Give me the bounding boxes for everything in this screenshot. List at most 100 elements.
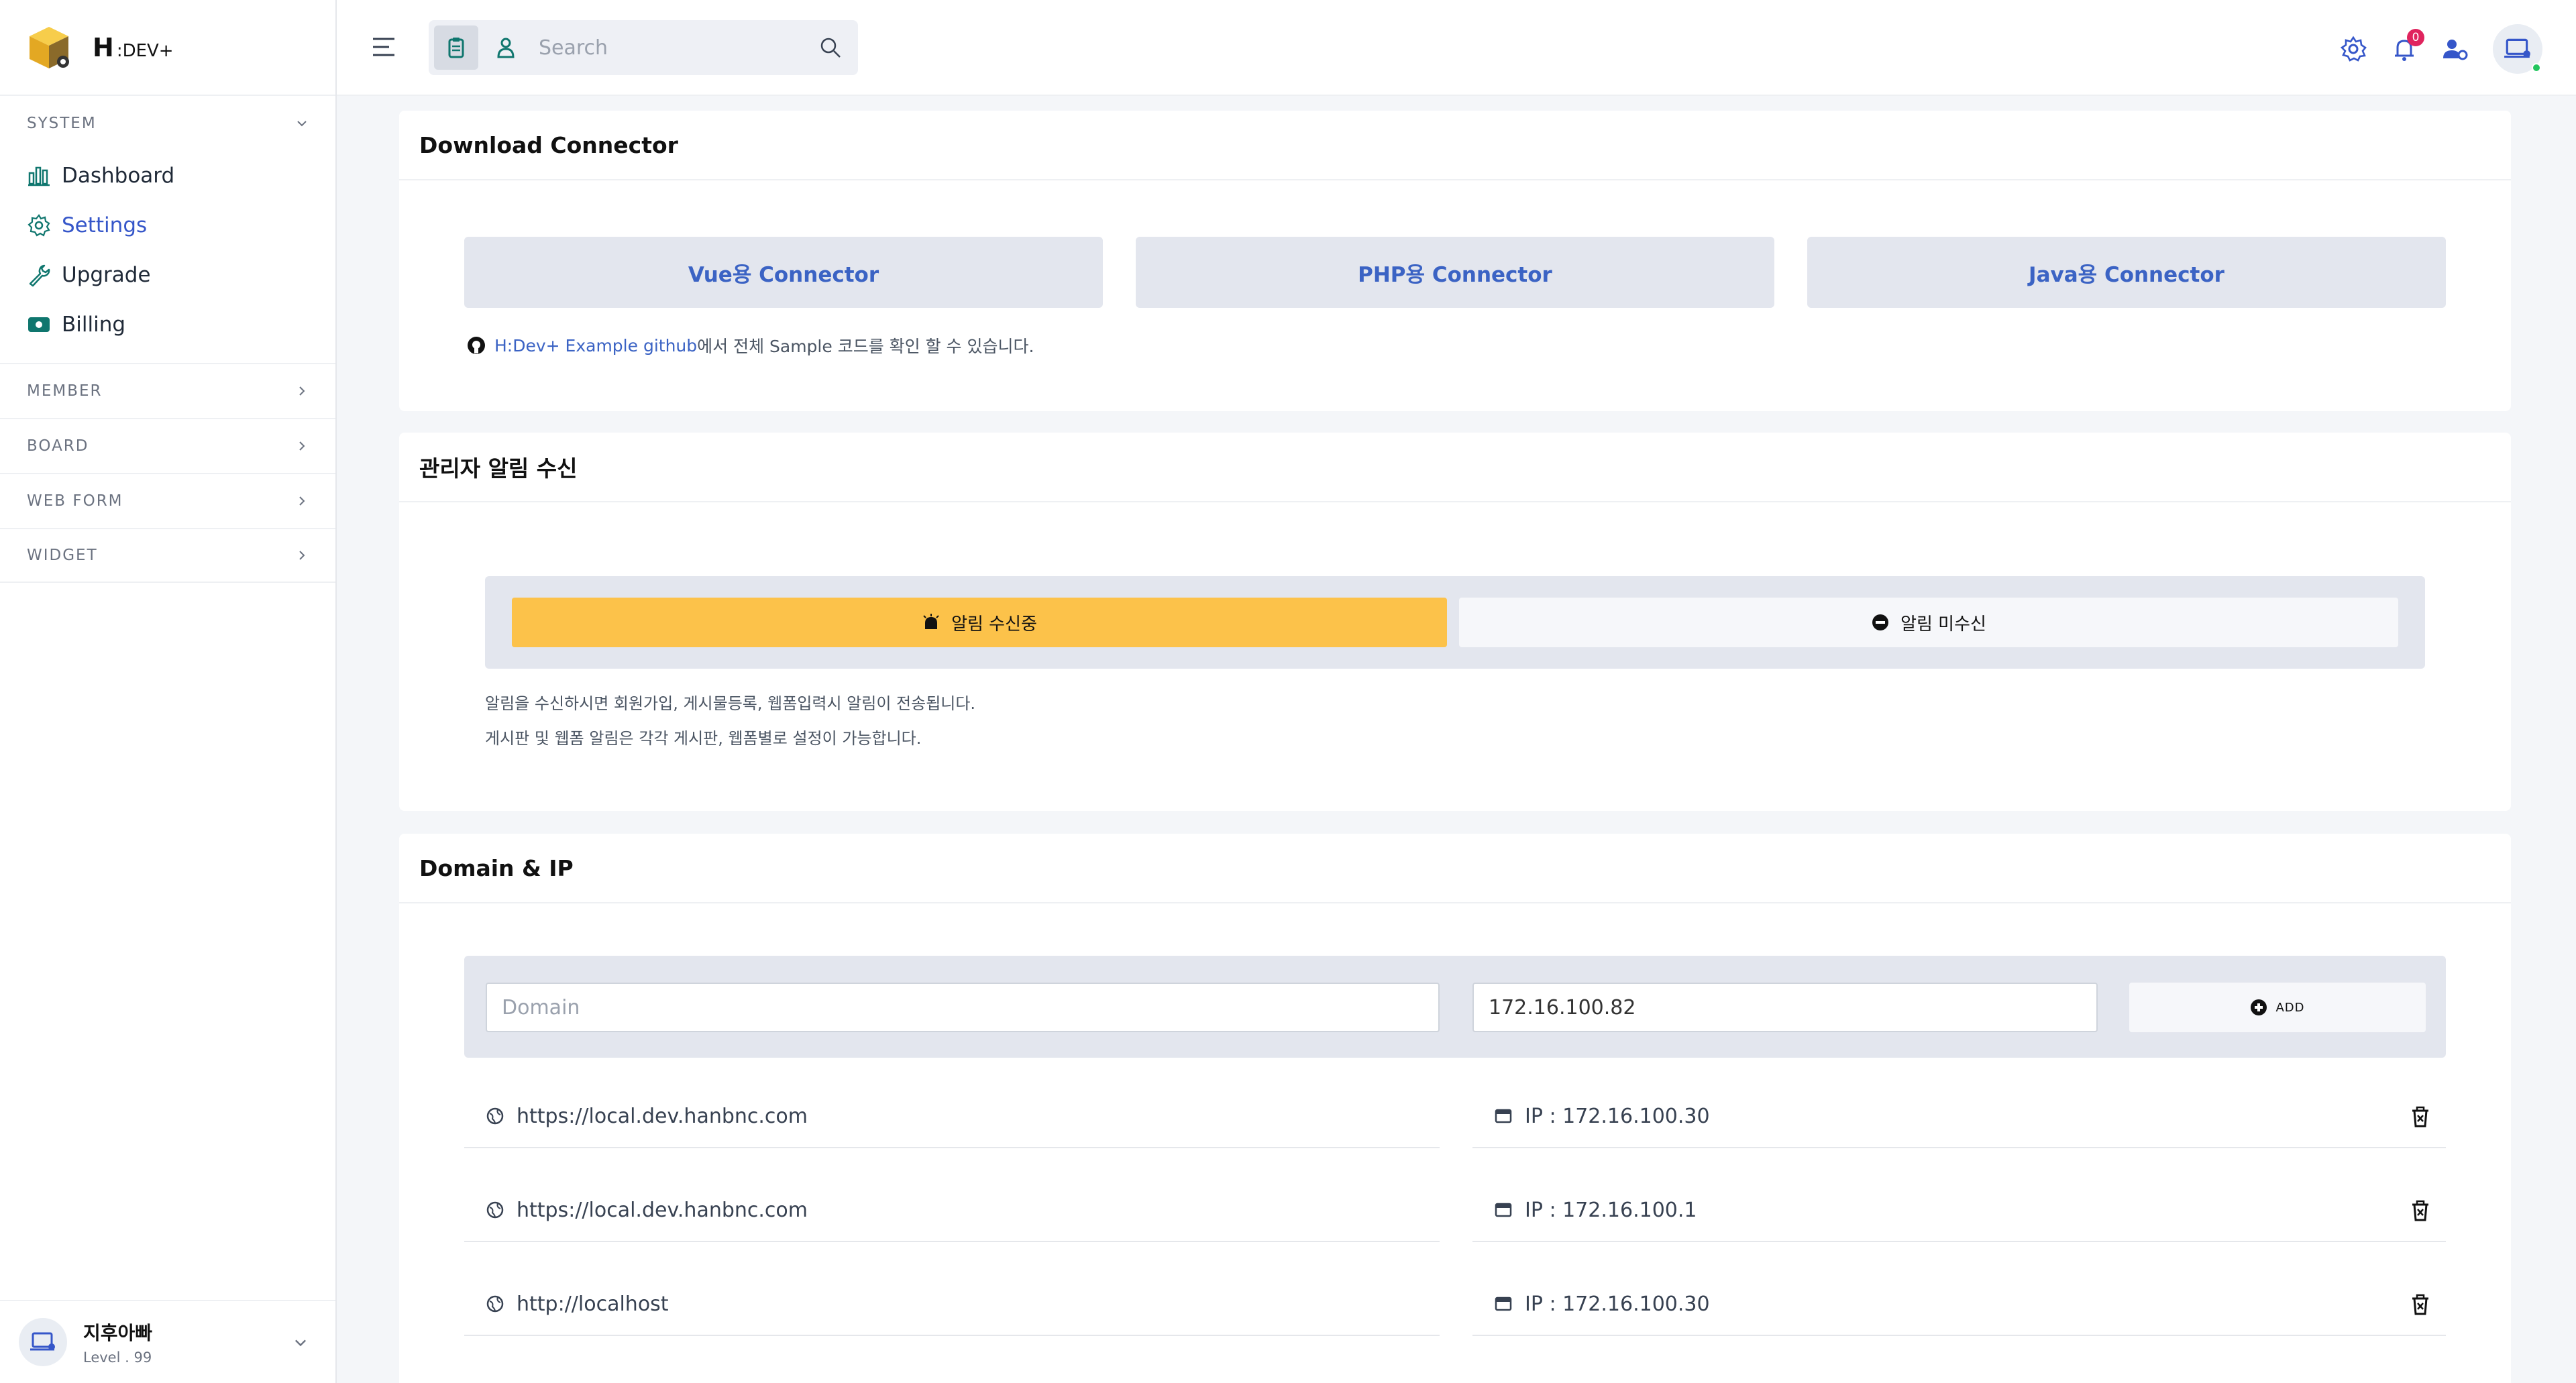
domain-form: ADD xyxy=(464,956,2446,1058)
alert-on-label: 알림 수신중 xyxy=(951,614,1037,634)
user-settings-icon[interactable] xyxy=(2442,36,2469,62)
sidebar-item-settings[interactable]: Settings xyxy=(0,201,335,250)
card-title: Domain & IP xyxy=(399,834,2511,903)
alert-toggle-group: 알림 수신중 알림 미수신 xyxy=(485,576,2425,669)
globe-icon xyxy=(486,1107,504,1125)
card-title: 관리자 알림 수신 xyxy=(399,433,2511,502)
section-widget-label: WIDGET xyxy=(27,547,98,564)
globe-icon xyxy=(486,1295,504,1313)
money-icon xyxy=(28,317,50,332)
laptop-user-icon xyxy=(30,1332,55,1351)
sidebar-item-label: Dashboard xyxy=(62,164,175,188)
sidebar-item-label: Billing xyxy=(62,313,126,337)
window-icon xyxy=(1495,1109,1512,1123)
ip-row: IP : 172.16.100.30 xyxy=(1472,1085,2446,1148)
github-note: H:Dev+ Example github 에서 전체 Sample 코드를 확인… xyxy=(466,333,1034,357)
alert-description-1: 알림을 수신하시면 회원가입, 게시물등록, 웹폼입력시 알림이 전송됩니다. xyxy=(485,694,976,713)
section-board[interactable]: BOARD xyxy=(0,418,335,473)
topbar: 0 xyxy=(337,0,2576,96)
search-input[interactable] xyxy=(539,36,819,60)
trash-icon[interactable] xyxy=(2409,1199,2432,1222)
domain-value: http://localhost xyxy=(517,1292,669,1316)
notification-button[interactable]: 0 xyxy=(2391,29,2424,62)
domain-value: https://local.dev.hanbnc.com xyxy=(517,1198,808,1222)
ip-row: IP : 172.16.100.30 xyxy=(1472,1273,2446,1336)
clipboard-button[interactable] xyxy=(434,25,478,70)
admin-alert-card: 관리자 알림 수신 알림 수신중 알림 미수신 알림을 수신하시면 회원가입, … xyxy=(399,433,2511,811)
php-connector-button[interactable]: PHP용 Connector xyxy=(1136,237,1774,308)
card-title: Download Connector xyxy=(399,111,2511,180)
user-name: 지후아빠 xyxy=(83,1322,153,1344)
search-bar xyxy=(429,20,858,75)
ip-value: IP : 172.16.100.30 xyxy=(1525,1292,1710,1316)
trash-icon[interactable] xyxy=(2409,1105,2432,1128)
ip-value: IP : 172.16.100.30 xyxy=(1525,1104,1710,1128)
section-widget[interactable]: WIDGET xyxy=(0,528,335,583)
chevron-down-icon[interactable] xyxy=(292,1335,309,1351)
ip-value: IP : 172.16.100.1 xyxy=(1525,1198,1697,1222)
globe-icon xyxy=(486,1201,504,1219)
alert-off-label: 알림 미수신 xyxy=(1900,614,1986,634)
wrench-icon xyxy=(29,264,50,287)
chevron-right-icon xyxy=(299,551,305,560)
github-link[interactable]: H:Dev+ Example github xyxy=(494,336,697,355)
sidebar-item-label: Settings xyxy=(62,213,148,237)
domain-value: https://local.dev.hanbnc.com xyxy=(517,1104,808,1128)
domain-row: https://local.dev.hanbnc.com xyxy=(464,1179,1440,1242)
brand-suffix: :DEV+ xyxy=(116,40,174,61)
domain-row: http://localhost xyxy=(464,1273,1440,1336)
laptop-user-icon xyxy=(2504,38,2530,58)
chevron-right-icon xyxy=(299,386,305,396)
java-connector-button[interactable]: Java용 Connector xyxy=(1807,237,2446,308)
domain-ip-card: Domain & IP ADD https://local.dev.hanbnc… xyxy=(399,834,2511,1383)
plus-circle-icon xyxy=(2251,999,2267,1015)
section-web-form[interactable]: WEB FORM xyxy=(0,473,335,528)
user-level: Level . 99 xyxy=(83,1349,152,1366)
search-icon[interactable] xyxy=(819,36,842,59)
settings-icon[interactable] xyxy=(2340,36,2367,62)
online-status-dot xyxy=(2532,63,2541,72)
vue-connector-button[interactable]: Vue용 Connector xyxy=(464,237,1103,308)
download-connector-card: Download Connector Vue용 Connector PHP용 C… xyxy=(399,111,2511,411)
sidebar: H:DEV+ SYSTEM Dashboard Settings Upgrade… xyxy=(0,0,337,1383)
logo-icon xyxy=(25,24,72,71)
gear-icon xyxy=(28,214,50,237)
ip-input[interactable] xyxy=(1472,983,2098,1032)
sidebar-item-dashboard[interactable]: Dashboard xyxy=(0,151,335,201)
chart-bar-icon xyxy=(28,166,50,186)
add-button[interactable]: ADD xyxy=(2129,983,2426,1032)
alert-off-button[interactable]: 알림 미수신 xyxy=(1459,598,2398,647)
notification-badge: 0 xyxy=(2407,29,2424,46)
github-icon xyxy=(468,337,485,354)
section-board-label: BOARD xyxy=(27,437,89,455)
sidebar-item-label: Upgrade xyxy=(62,263,151,287)
chevron-right-icon xyxy=(299,496,305,506)
alert-description-2: 게시판 및 웹폼 알림은 각각 게시판, 웹폼별로 설정이 가능합니다. xyxy=(485,729,922,748)
minus-circle-icon xyxy=(1872,614,1889,630)
chevron-right-icon xyxy=(299,441,305,451)
avatar xyxy=(19,1318,67,1366)
avatar[interactable] xyxy=(2493,24,2542,74)
user-search-button[interactable] xyxy=(484,25,528,70)
domain-input[interactable] xyxy=(486,983,1440,1032)
alarm-icon xyxy=(923,614,939,629)
window-icon xyxy=(1495,1296,1512,1311)
brand[interactable]: H:DEV+ xyxy=(0,0,335,96)
alert-on-button[interactable]: 알림 수신중 xyxy=(512,598,1447,647)
user-icon xyxy=(497,38,515,58)
section-member-label: MEMBER xyxy=(27,382,103,400)
trash-icon[interactable] xyxy=(2409,1293,2432,1316)
menu-toggle-icon[interactable] xyxy=(370,35,397,59)
section-web-form-label: WEB FORM xyxy=(27,492,123,510)
sidebar-item-billing[interactable]: Billing xyxy=(0,300,335,349)
github-note-text: 에서 전체 Sample 코드를 확인 할 수 있습니다. xyxy=(697,337,1034,356)
domain-row: https://local.dev.hanbnc.com xyxy=(464,1085,1440,1148)
ip-row: IP : 172.16.100.1 xyxy=(1472,1179,2446,1242)
section-member[interactable]: MEMBER xyxy=(0,363,335,418)
top-icons: 0 xyxy=(2340,24,2542,74)
brand-letter: H xyxy=(93,32,114,62)
sidebar-item-upgrade[interactable]: Upgrade xyxy=(0,250,335,300)
user-profile[interactable]: 지후아빠 Level . 99 xyxy=(0,1300,335,1383)
section-system[interactable]: SYSTEM xyxy=(0,96,335,151)
add-button-label: ADD xyxy=(2275,1000,2305,1015)
